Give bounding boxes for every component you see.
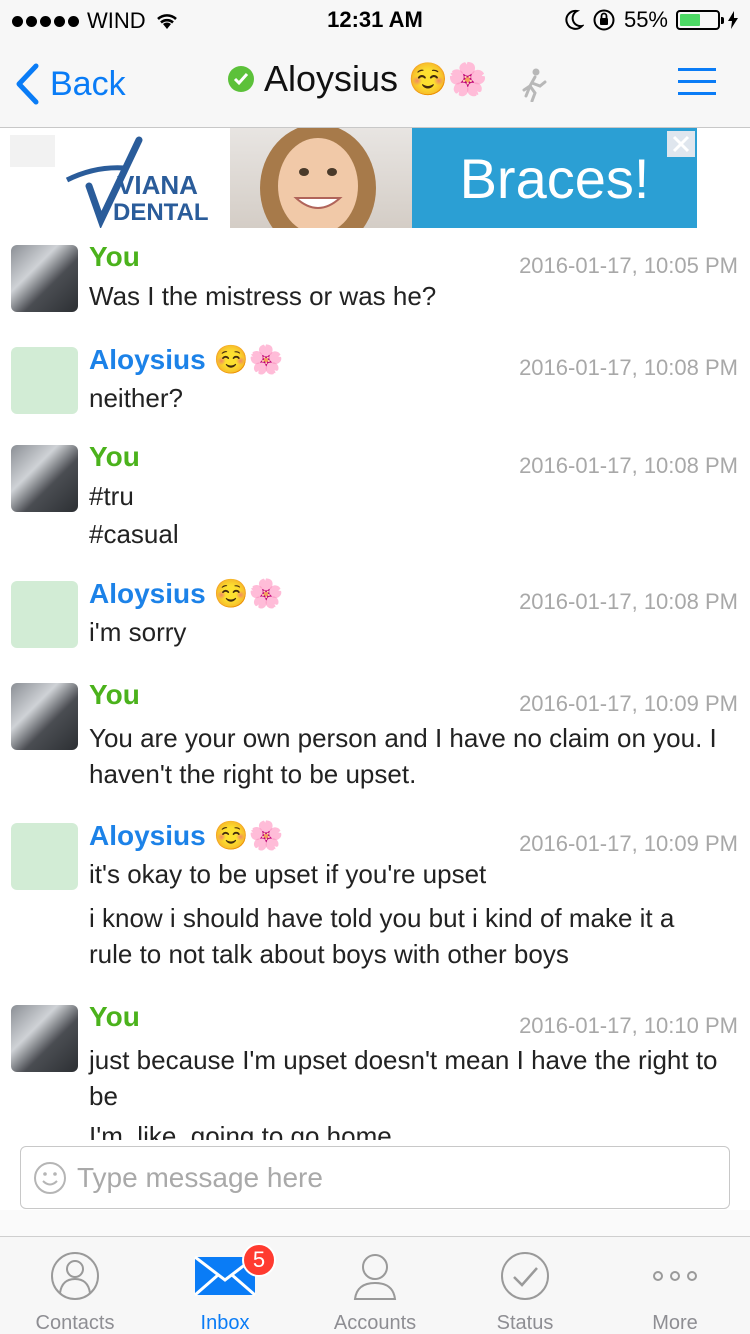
tab-bar: Contacts 5 Inbox Accounts Status More — [0, 1236, 750, 1334]
ad-background-ghost — [10, 135, 56, 167]
back-button[interactable]: Back — [14, 62, 126, 106]
contact-name: Aloysius — [264, 58, 399, 99]
message-line: Was I the mistress or was he? — [89, 281, 437, 311]
back-label: Back — [50, 64, 126, 103]
moon-icon — [565, 9, 584, 30]
message-line: it's okay to be upset if you're upset — [89, 859, 487, 889]
avatar[interactable] — [11, 245, 78, 312]
battery-percent: 55% — [623, 7, 668, 32]
message-timestamp: 2016-01-17, 10:08 PM — [519, 589, 738, 614]
message-body: #tru #casual — [89, 478, 720, 552]
avatar[interactable] — [11, 823, 78, 890]
status-bar: WIND 12:31 AM 55% — [0, 0, 750, 40]
scroll-fade — [0, 1210, 750, 1236]
sender-name: You — [89, 441, 140, 472]
message-input[interactable] — [77, 1161, 677, 1194]
hamburger-icon — [678, 68, 716, 71]
message-timestamp: 2016-01-17, 10:08 PM — [519, 453, 738, 478]
ad-close-button[interactable] — [667, 131, 695, 157]
running-person-icon — [522, 68, 547, 102]
menu-button[interactable] — [678, 68, 716, 96]
message-composer[interactable] — [20, 1146, 730, 1209]
ad-headline: Braces! — [412, 128, 697, 228]
unread-badge: 5 — [242, 1243, 276, 1277]
message-line: You are your own person and I have no cl… — [89, 723, 717, 789]
sender-name: Aloysius ☺️🌸 — [89, 577, 284, 610]
message-body: neither? — [89, 380, 720, 416]
message-line: #casual — [89, 519, 179, 549]
tab-label: More — [652, 1312, 698, 1334]
message-line: just because I'm upset doesn't mean I ha… — [89, 1045, 718, 1111]
tab-label: Contacts — [35, 1312, 115, 1334]
sender-name: You — [89, 1001, 140, 1032]
tab-label: Accounts — [333, 1312, 417, 1334]
avatar[interactable] — [11, 683, 78, 750]
smiley-icon[interactable] — [33, 1161, 67, 1195]
ad-banner[interactable]: VIANA DENTAL Braces! — [55, 128, 697, 230]
chevron-left-icon — [16, 63, 39, 105]
ad-photo — [230, 128, 412, 228]
message-body: just because I'm upset doesn't mean I ha… — [89, 1042, 720, 1140]
message-body: it's okay to be upset if you're upset i … — [89, 856, 720, 972]
close-icon — [672, 135, 690, 153]
tab-more[interactable]: More — [600, 1237, 750, 1334]
message-line: I'm, like, going to go home — [89, 1121, 392, 1140]
avatar[interactable] — [11, 581, 78, 648]
message-line: neither? — [89, 383, 183, 413]
message-list[interactable]: You 2016-01-17, 10:05 PM Was I the mistr… — [0, 230, 750, 1140]
tab-label: Status — [496, 1312, 554, 1334]
message-timestamp: 2016-01-17, 10:09 PM — [519, 831, 738, 856]
battery-icon — [676, 10, 724, 30]
message-body: You are your own person and I have no cl… — [89, 720, 720, 792]
sender-name: Aloysius ☺️🌸 — [89, 819, 284, 852]
navigation-bar: Back Aloysius ☺️🌸 — [0, 40, 750, 128]
ellipsis-icon — [653, 1270, 697, 1281]
message-timestamp: 2016-01-17, 10:05 PM — [519, 253, 738, 278]
message-line: i'm sorry — [89, 617, 187, 647]
avatar[interactable] — [11, 347, 78, 414]
message-body: i'm sorry — [89, 614, 720, 650]
ad-brand-line2: DENTAL — [113, 199, 209, 226]
sender-name: You — [89, 679, 140, 710]
ad-brand-line1: VIANA — [117, 170, 198, 200]
tab-label: Inbox — [200, 1312, 250, 1334]
message-timestamp: 2016-01-17, 10:09 PM — [519, 691, 738, 716]
avatar[interactable] — [11, 1005, 78, 1072]
person-icon — [353, 1253, 397, 1300]
ad-logo: VIANA DENTAL — [55, 128, 230, 230]
message-body: Was I the mistress or was he? — [89, 278, 720, 314]
tab-inbox[interactable]: 5 Inbox — [150, 1237, 300, 1334]
sender-name: You — [89, 241, 140, 272]
contacts-icon — [51, 1251, 99, 1300]
tab-contacts[interactable]: Contacts — [0, 1237, 150, 1334]
charging-bolt-icon — [728, 11, 738, 29]
contact-emoji: ☺️🌸 — [408, 61, 488, 97]
conversation-title: Aloysius ☺️🌸 — [228, 58, 488, 100]
checkmark-circle-icon — [501, 1251, 549, 1300]
message-line: #tru — [89, 481, 134, 511]
message-line: i know i should have told you but i kind… — [89, 903, 675, 969]
tab-status[interactable]: Status — [450, 1237, 600, 1334]
message-timestamp: 2016-01-17, 10:10 PM — [519, 1013, 738, 1038]
tab-accounts[interactable]: Accounts — [300, 1237, 450, 1334]
rotation-lock-icon — [593, 9, 615, 31]
status-right-group: 55% — [564, 7, 738, 33]
sender-name: Aloysius ☺️🌸 — [89, 343, 284, 376]
message-timestamp: 2016-01-17, 10:08 PM — [519, 355, 738, 380]
avatar[interactable] — [11, 445, 78, 512]
online-status-icon — [228, 66, 254, 92]
